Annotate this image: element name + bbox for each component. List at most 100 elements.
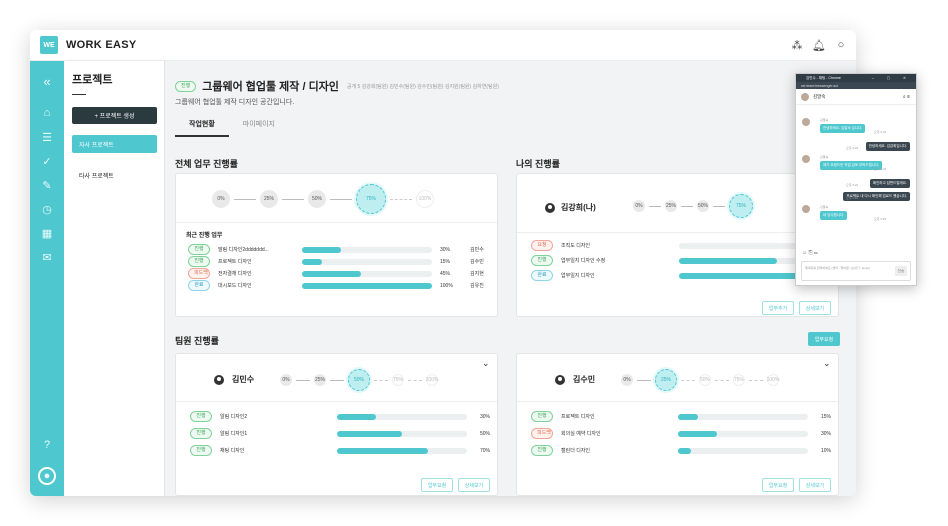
send-button[interactable]: 전송 <box>895 266 907 276</box>
table-row[interactable]: 진행 알림 디자인1 50% <box>190 428 490 439</box>
detail-button[interactable]: 상세보기 <box>458 478 490 492</box>
progress-percent: 70% <box>480 447 491 454</box>
step-connector <box>296 379 310 381</box>
avatar-icon <box>214 374 224 385</box>
progress-bar <box>678 430 808 437</box>
progress-percent: 45% <box>440 270 451 277</box>
request-task-button[interactable]: 업무요청 <box>808 332 840 346</box>
clock-icon[interactable]: ◷ <box>39 201 55 217</box>
message-time: 오후 3:22 <box>846 183 859 187</box>
detail-button[interactable]: 상세보기 <box>799 301 831 315</box>
progress-percent: 30% <box>480 413 491 420</box>
message-input[interactable]: 메세지를 입력하세요 (엔터 : 줄바꿈 / 보내기 : Enter) 전송 <box>801 261 911 281</box>
chat-message: 안녕하세요. 김강희입니다. <box>865 142 910 151</box>
step-connector <box>330 379 344 381</box>
status-badge: 진행 <box>188 244 210 255</box>
message-time: 오후 3:22 <box>846 146 859 150</box>
bell-icon[interactable]: 🔔︎ <box>812 38 826 52</box>
table-row[interactable]: 진행 캘린더 디자인 10% <box>531 445 831 456</box>
share-icon[interactable]: ⁂ <box>790 38 804 52</box>
progress-step: 25% <box>314 374 326 386</box>
task-name: 알림 디자인1 <box>220 431 248 437</box>
member-name: 김민수 <box>232 375 255 384</box>
status-badge: 진행 <box>175 80 197 92</box>
detail-button[interactable]: 상세보기 <box>799 478 831 492</box>
help-icon[interactable]: ? <box>39 437 55 453</box>
project-members: 공개 5 김강희(팀원) 김민수(팀원) 김수민(팀원) 김지원(팀원) 김하연… <box>346 83 499 90</box>
task-name: 프로젝트 디자인 <box>218 259 252 265</box>
attach-icon[interactable]: ☺ ⎘ ▭ <box>802 250 818 256</box>
progress-percent: 50% <box>480 430 491 437</box>
calendar-icon[interactable]: ▦ <box>39 225 55 241</box>
mail-icon[interactable]: ✉ <box>39 249 55 265</box>
sidebar-item-other-projects[interactable]: 타사 프로젝트 <box>72 166 157 184</box>
step-connector <box>374 379 388 381</box>
progress-step: 50% <box>699 374 711 386</box>
progress-bar <box>337 447 467 454</box>
chat-user-name: 김말숙 <box>813 93 826 99</box>
sidebar-item-own-projects[interactable]: 자사 프로젝트 <box>72 135 157 153</box>
status-badge: 진행 <box>190 445 212 456</box>
progress-step: 25% <box>260 190 278 208</box>
chat-message: 네 감사합니다. <box>820 211 848 220</box>
my-name: 김강희(나) <box>561 203 596 212</box>
sender-name: 김말숙 <box>820 155 829 159</box>
chevron-down-icon[interactable]: ⌄ <box>823 358 831 369</box>
progress-step: 100% <box>767 374 779 386</box>
status-badge: 피드백 <box>531 428 553 439</box>
status-badge: 진행 <box>531 255 553 266</box>
table-row[interactable]: 진행 업무일지 디자인 수정 <box>531 255 829 266</box>
step-connector <box>681 205 693 207</box>
request-task-button[interactable]: 업무요청 <box>421 478 453 492</box>
chat-icon[interactable]: ○ <box>834 38 848 52</box>
progress-step: 75% <box>392 374 404 386</box>
request-task-button[interactable]: 업무요청 <box>762 478 794 492</box>
owner-name: 김유진 <box>470 283 484 289</box>
create-project-button[interactable]: + 프로젝트 생성 <box>72 107 157 124</box>
progress-percent: 100% <box>440 282 453 289</box>
home-icon[interactable]: ⌂ <box>39 105 55 121</box>
task-name: 회의실 예약 디자인 <box>561 431 601 437</box>
status-badge: 피드백 <box>188 268 210 279</box>
table-row[interactable]: 피드백 회의실 예약 디자인 30% <box>531 428 831 439</box>
avatar-icon <box>545 202 555 213</box>
progress-bar <box>302 246 432 253</box>
table-row[interactable]: 진행 말림 디자인2ddddddd... 30% 김민수 <box>188 244 484 255</box>
chat-url: we.team/messenger.act <box>796 82 916 89</box>
table-row[interactable]: 진행 채팅 디자인 70% <box>190 445 490 456</box>
app-title: WORK EASY <box>66 39 137 51</box>
status-badge: 진행 <box>531 411 553 422</box>
add-task-button[interactable]: 업무추가 <box>762 301 794 315</box>
table-row[interactable]: 피드백 전자결재 디자인 45% 김지현 <box>188 268 484 279</box>
table-row[interactable]: 진행 프로젝트 디자인 15% 김수민 <box>188 256 484 267</box>
step-connector <box>234 198 256 200</box>
tab-my-page[interactable]: 마이페이지 <box>229 115 289 137</box>
chevron-down-icon[interactable]: ⌄ <box>482 358 490 369</box>
user-icon[interactable]: ● <box>38 467 56 485</box>
progress-step: 0% <box>280 374 292 386</box>
message-time: 오후 3:22 <box>874 217 887 221</box>
progress-step: 50% <box>308 190 326 208</box>
table-row[interactable]: 진행 알림 디자인2 30% <box>190 411 490 422</box>
table-row[interactable]: 완료 대시보드 디자인 100% 김유진 <box>188 280 484 291</box>
chat-header: 김말숙 ⌕ ≡ <box>796 89 916 105</box>
main-content: 진행 그룹웨어 협업툴 제작 / 디자인 공개 5 김강희(팀원) 김민수(팀원… <box>165 61 856 496</box>
owner-name: 김민수 <box>470 247 484 253</box>
my-progress-card: 김강희(나) 0% 25% 50% 75% 요청 조직도 디자인 진행 업무일지 디자… <box>516 173 839 317</box>
status-badge: 진행 <box>190 428 212 439</box>
progress-bar <box>337 413 467 420</box>
search-icon[interactable]: ⌕ ≡ <box>903 94 910 100</box>
tab-work-status[interactable]: 작업현황 <box>175 115 229 137</box>
avatar-icon <box>555 374 565 385</box>
progress-bar <box>337 430 467 437</box>
table-row[interactable]: 완료 업무일지 디자인 <box>531 270 829 281</box>
collapse-icon[interactable]: « <box>39 73 55 89</box>
edit-doc-icon[interactable]: ✎ <box>39 177 55 193</box>
message-time: 오후 3:22 <box>874 130 887 134</box>
check-circle-icon[interactable]: ✓ <box>39 153 55 169</box>
table-row[interactable]: 진행 프로젝트 디자인 15% <box>531 411 831 422</box>
recent-tasks-title: 최근 진행 업무 <box>186 233 223 239</box>
document-icon[interactable]: ☰ <box>39 129 55 145</box>
window-controls-icon[interactable]: – ▢ ✕ <box>872 76 912 80</box>
table-row[interactable]: 요청 조직도 디자인 <box>531 240 829 251</box>
